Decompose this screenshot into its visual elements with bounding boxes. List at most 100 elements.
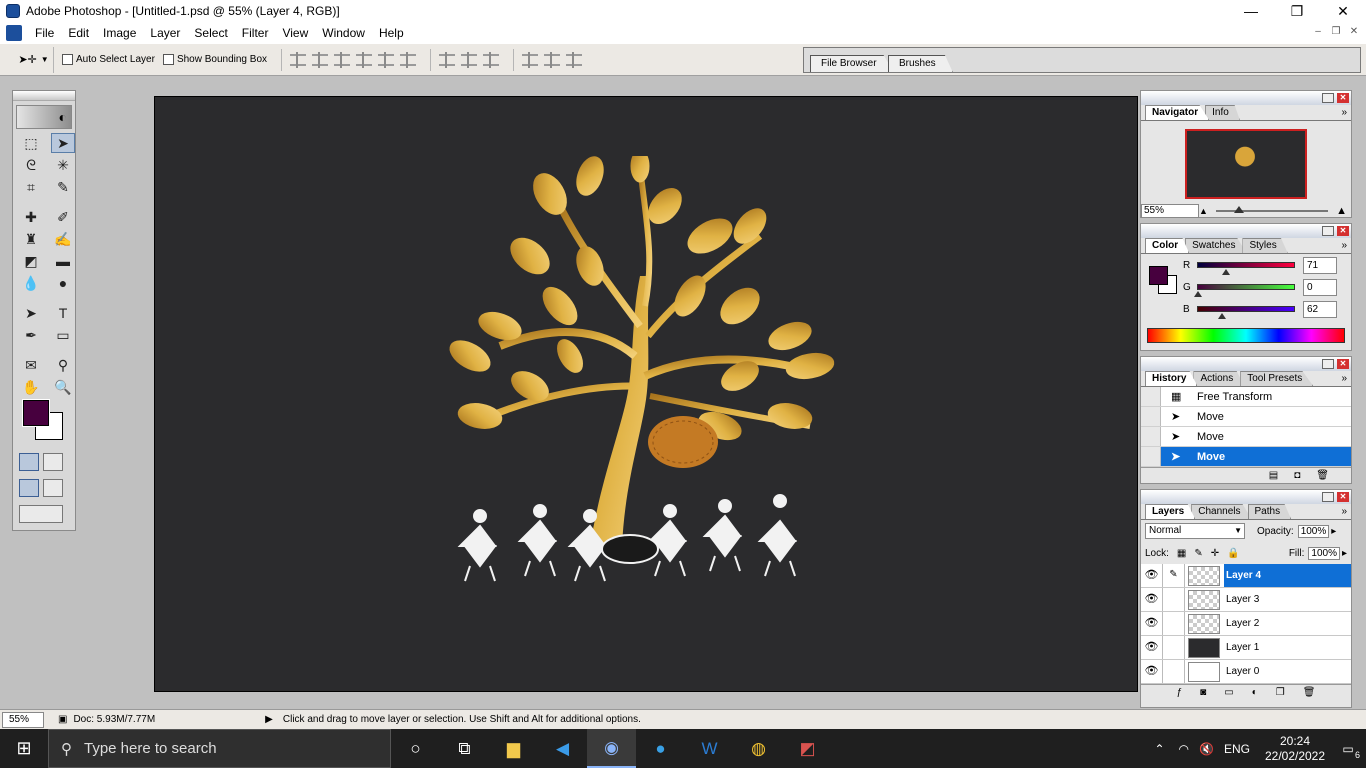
doc-minimize-icon[interactable]: – (1310, 25, 1326, 39)
tab-layers[interactable]: Layers (1145, 504, 1196, 519)
green-value-field[interactable]: 0 (1303, 278, 1337, 296)
move-tool-icon[interactable]: ➤ (51, 133, 75, 153)
red-value-field[interactable]: 71 (1303, 256, 1337, 274)
distribute-hcenter-icon[interactable] (544, 51, 561, 68)
crop-tool-icon[interactable]: ⌗ (19, 177, 43, 197)
shape-tool-icon[interactable]: ▭ (51, 325, 75, 345)
link-slot[interactable] (1163, 588, 1185, 611)
app-icon[interactable]: ◩ (783, 729, 832, 768)
notification-center-button[interactable]: ▭ 6 (1330, 742, 1366, 760)
standard-screen-mode-button[interactable] (19, 479, 39, 497)
chrome-icon[interactable]: ◍ (734, 729, 783, 768)
quick-mask-mode-button[interactable] (43, 453, 63, 471)
clock[interactable]: 20:24 22/02/2022 (1260, 734, 1330, 764)
network-icon[interactable]: ◠ (1179, 742, 1189, 756)
eye-icon[interactable]: 👁 (1141, 588, 1163, 611)
edge-icon[interactable]: ● (636, 729, 685, 768)
history-item[interactable]: ➤ Move (1141, 407, 1351, 427)
link-slot[interactable] (1163, 636, 1185, 659)
pen-tool-icon[interactable]: ✒ (19, 325, 43, 345)
new-group-icon[interactable]: ▭ (1224, 687, 1233, 698)
tab-channels[interactable]: Channels (1191, 504, 1252, 519)
fill-field[interactable]: 100% (1308, 546, 1340, 560)
history-brush-tool-icon[interactable]: ✍ (51, 229, 75, 249)
task-view-icon[interactable]: ⧉ (440, 729, 489, 768)
link-slot[interactable] (1163, 612, 1185, 635)
tab-navigator[interactable]: Navigator (1145, 105, 1210, 120)
close-icon[interactable]: ✕ (1337, 359, 1349, 369)
new-layer-icon[interactable]: ❐ (1276, 687, 1285, 698)
toolbox-header[interactable] (13, 91, 75, 101)
tab-styles[interactable]: Styles (1242, 238, 1288, 253)
delete-state-icon[interactable]: 🗑 (1316, 470, 1329, 481)
tab-tool-presets[interactable]: Tool Presets (1240, 371, 1314, 386)
delete-layer-icon[interactable]: 🗑 (1303, 687, 1316, 698)
lasso-tool-icon[interactable]: ᘓ (19, 155, 43, 175)
start-button[interactable]: ⊞ (0, 729, 48, 768)
doc-close-icon[interactable]: ✕ (1346, 25, 1362, 39)
eye-icon[interactable]: 👁 (1141, 636, 1163, 659)
tab-color[interactable]: Color (1145, 238, 1190, 253)
slice-tool-icon[interactable]: ✎ (51, 177, 75, 197)
show-bounding-box-checkbox[interactable]: Show Bounding Box (162, 54, 267, 65)
eraser-tool-icon[interactable]: ◩ (19, 251, 43, 271)
menu-image[interactable]: Image (96, 26, 143, 40)
layer-row[interactable]: 👁 Layer 2 (1141, 612, 1351, 636)
status-arrow-icon[interactable]: ▶ (265, 714, 273, 725)
tab-paths[interactable]: Paths (1247, 504, 1292, 519)
layer-row[interactable]: 👁 Layer 0 (1141, 660, 1351, 684)
layer-row[interactable]: 👁 Layer 3 (1141, 588, 1351, 612)
close-icon[interactable]: ✕ (1337, 93, 1349, 103)
tab-info[interactable]: Info (1205, 105, 1240, 120)
clone-stamp-tool-icon[interactable]: ♜ (19, 229, 43, 249)
zoom-out-icon[interactable]: ▲ (1199, 206, 1208, 216)
color-spectrum-bar[interactable] (1147, 328, 1345, 343)
navigator-zoom-field[interactable]: 55% (1141, 204, 1199, 218)
minimize-button[interactable]: — (1228, 0, 1274, 22)
close-icon[interactable]: ✕ (1337, 492, 1349, 502)
distribute-top-icon[interactable] (439, 51, 456, 68)
blur-tool-icon[interactable]: 💧 (19, 273, 43, 293)
distribute-vcenter-icon[interactable] (461, 51, 478, 68)
layer-mask-icon[interactable]: ◙ (1200, 687, 1206, 698)
language-indicator[interactable]: ENG (1224, 742, 1250, 756)
full-screen-menu-mode-button[interactable] (43, 479, 63, 497)
layer-row[interactable]: 👁 ✎ Layer 4 (1141, 564, 1351, 588)
history-item-selected[interactable]: ➤ Move (1141, 447, 1351, 467)
menu-view[interactable]: View (275, 26, 315, 40)
minimize-icon[interactable] (1322, 93, 1334, 103)
path-selection-tool-icon[interactable]: ➤ (19, 303, 43, 323)
jump-to-imageready-button[interactable] (19, 505, 63, 523)
marquee-tool-icon[interactable]: ⬚ (19, 133, 43, 153)
history-item[interactable]: ▦ Free Transform (1141, 387, 1351, 407)
maximize-button[interactable]: ❐ (1274, 0, 1320, 22)
palette-header[interactable]: ✕ (1141, 357, 1351, 371)
tab-swatches[interactable]: Swatches (1185, 238, 1247, 253)
align-left-icon[interactable] (356, 51, 373, 68)
tab-actions[interactable]: Actions (1193, 371, 1245, 386)
photoshop-taskbar-icon[interactable]: ◉ (587, 729, 636, 768)
adobe-online-icon[interactable]: ◐ (16, 105, 72, 129)
opacity-field[interactable]: 100% (1297, 524, 1330, 538)
notes-tool-icon[interactable]: ✉ (19, 355, 43, 375)
show-hidden-icons-icon[interactable]: ⌃ (1154, 742, 1164, 756)
link-slot[interactable] (1163, 660, 1185, 683)
gradient-tool-icon[interactable]: ▬ (51, 251, 75, 271)
distribute-right-icon[interactable] (566, 51, 583, 68)
eye-icon[interactable]: 👁 (1141, 612, 1163, 635)
eye-icon[interactable]: 👁 (1141, 660, 1163, 683)
menu-file[interactable]: File (28, 26, 61, 40)
menu-edit[interactable]: Edit (61, 26, 96, 40)
history-item[interactable]: ➤ Move (1141, 427, 1351, 447)
doc-restore-icon[interactable]: ❐ (1328, 25, 1344, 39)
document-icon[interactable] (6, 24, 22, 41)
palette-menu-icon[interactable]: » (1341, 506, 1347, 517)
lock-all-icon[interactable]: 🔒 (1227, 548, 1239, 559)
word-icon[interactable]: W (685, 729, 734, 768)
navigator-thumbnail[interactable] (1185, 129, 1307, 199)
close-button[interactable]: ✕ (1320, 0, 1366, 22)
volume-icon[interactable]: 🔇 (1199, 742, 1214, 756)
blue-value-field[interactable]: 62 (1303, 300, 1337, 318)
tab-history[interactable]: History (1145, 371, 1198, 386)
taskbar-search[interactable]: ⚲ Type here to search (48, 729, 391, 768)
